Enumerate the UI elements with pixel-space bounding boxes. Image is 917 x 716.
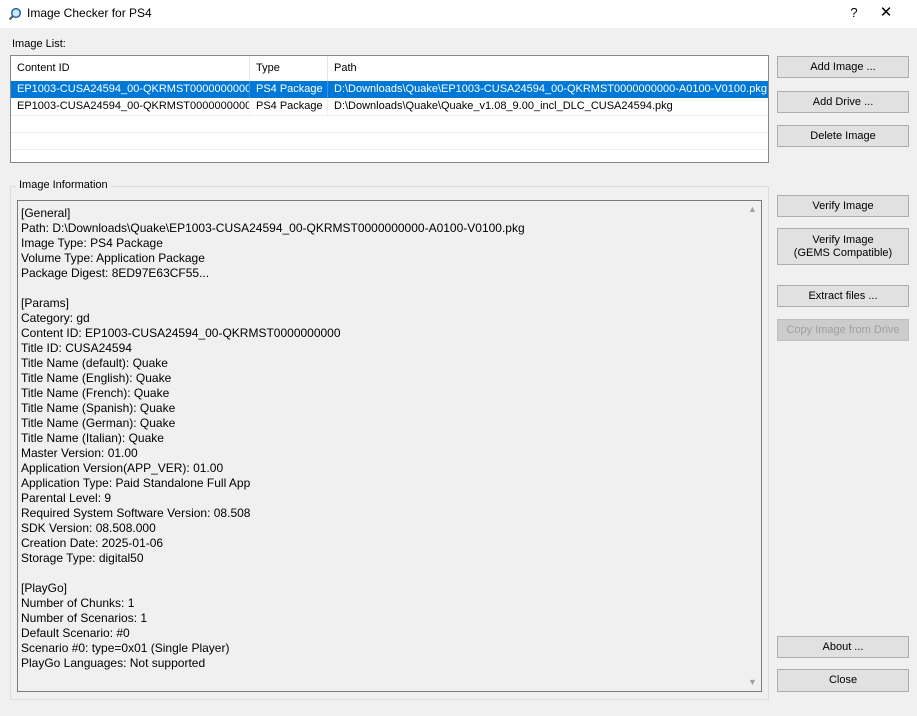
close-button[interactable]: Close: [777, 669, 909, 692]
info-line: Category: gd: [21, 311, 90, 325]
empty-row: [11, 149, 768, 162]
cell-content-id: EP1003-CUSA24594_00-QKRMST0000000000: [11, 81, 250, 98]
info-line: Path: D:\Downloads\Quake\EP1003-CUSA2459…: [21, 221, 525, 235]
cell-type: PS4 Package: [250, 98, 328, 115]
magnifier-app-icon: [8, 7, 22, 21]
info-line: Title Name (English): Quake: [21, 371, 172, 385]
vertical-scrollbar[interactable]: ▲ ▼: [744, 201, 761, 691]
verify-image-button[interactable]: Verify Image: [777, 195, 909, 217]
info-line: PlayGo Languages: Not supported: [21, 656, 206, 670]
table-row[interactable]: EP1003-CUSA24594_00-QKRMST0000000000 PS4…: [11, 98, 768, 115]
info-line: Volume Type: Application Package: [21, 251, 205, 265]
cell-path: D:\Downloads\Quake\EP1003-CUSA24594_00-Q…: [334, 83, 767, 95]
close-window-icon[interactable]: ✕: [870, 0, 902, 28]
image-information-text[interactable]: ▲ ▼ [General] Path: D:\Downloads\Quake\EP…: [17, 200, 762, 692]
scroll-down-icon[interactable]: ▼: [744, 674, 761, 691]
verify-gems-line-2: (GEMS Compatible): [793, 246, 893, 259]
empty-row: [11, 132, 768, 150]
verify-image-gems-button[interactable]: Verify Image (GEMS Compatible): [777, 228, 909, 265]
info-line: Default Scenario: #0: [21, 626, 130, 640]
info-line: Title Name (French): Quake: [21, 386, 170, 400]
info-line: Required System Software Version: 08.508: [21, 506, 251, 520]
info-line: Title Name (Italian): Quake: [21, 431, 164, 445]
about-button[interactable]: About ...: [777, 636, 909, 658]
image-list-label: Image List:: [12, 38, 66, 50]
info-line: Creation Date: 2025-01-06: [21, 536, 164, 550]
add-image-button[interactable]: Add Image ...: [777, 56, 909, 78]
cell-content-id: EP1003-CUSA24594_00-QKRMST0000000000: [11, 98, 250, 115]
info-line: Parental Level: 9: [21, 491, 112, 505]
info-line: Title ID: CUSA24594: [21, 341, 132, 355]
list-header: Content ID Type Path: [11, 56, 768, 82]
info-line: Scenario #0: type=0x01 (Single Player): [21, 641, 230, 655]
help-button[interactable]: ?: [838, 0, 870, 28]
empty-row: [11, 115, 768, 133]
verify-gems-line-1: Verify Image: [812, 233, 874, 246]
column-header-path[interactable]: Path: [328, 56, 768, 81]
info-line: Application Version(APP_VER): 01.00: [21, 461, 224, 475]
info-line: Package Digest: 8ED97E63CF55...: [21, 266, 210, 280]
image-information-label: Image Information: [16, 179, 111, 191]
extract-files-button[interactable]: Extract files ...: [777, 285, 909, 307]
info-line: Title Name (Spanish): Quake: [21, 401, 176, 415]
info-line: [General]: [21, 206, 71, 220]
scroll-up-icon[interactable]: ▲: [744, 201, 761, 218]
info-line: Content ID: EP1003-CUSA24594_00-QKRMST00…: [21, 326, 341, 340]
info-line: Number of Scenarios: 1: [21, 611, 148, 625]
info-line: SDK Version: 08.508.000: [21, 521, 156, 535]
image-list[interactable]: Content ID Type Path EP1003-CUSA24594_00…: [10, 55, 769, 163]
delete-image-button[interactable]: Delete Image: [777, 125, 909, 147]
info-line: [PlayGo]: [21, 581, 68, 595]
info-line: Storage Type: digital50: [21, 551, 144, 565]
title-bar: Image Checker for PS4 ? ✕: [0, 0, 917, 28]
cell-type: PS4 Package: [250, 81, 328, 98]
table-row[interactable]: EP1003-CUSA24594_00-QKRMST0000000000 PS4…: [11, 81, 768, 98]
info-line: [Params]: [21, 296, 70, 310]
info-line: Title Name (default): Quake: [21, 356, 168, 370]
add-drive-button[interactable]: Add Drive ...: [777, 91, 909, 113]
info-line: Master Version: 01.00: [21, 446, 138, 460]
info-line: Number of Chunks: 1: [21, 596, 135, 610]
column-header-type[interactable]: Type: [250, 56, 328, 81]
info-line: Application Type: Paid Standalone Full A…: [21, 476, 251, 490]
info-line: Title Name (German): Quake: [21, 416, 176, 430]
copy-image-from-drive-button[interactable]: Copy Image from Drive: [777, 319, 909, 341]
column-header-content-id[interactable]: Content ID: [11, 56, 250, 81]
info-line: Image Type: PS4 Package: [21, 236, 163, 250]
window-title: Image Checker for PS4: [27, 6, 152, 20]
cell-path: D:\Downloads\Quake\Quake_v1.08_9.00_incl…: [334, 100, 673, 112]
